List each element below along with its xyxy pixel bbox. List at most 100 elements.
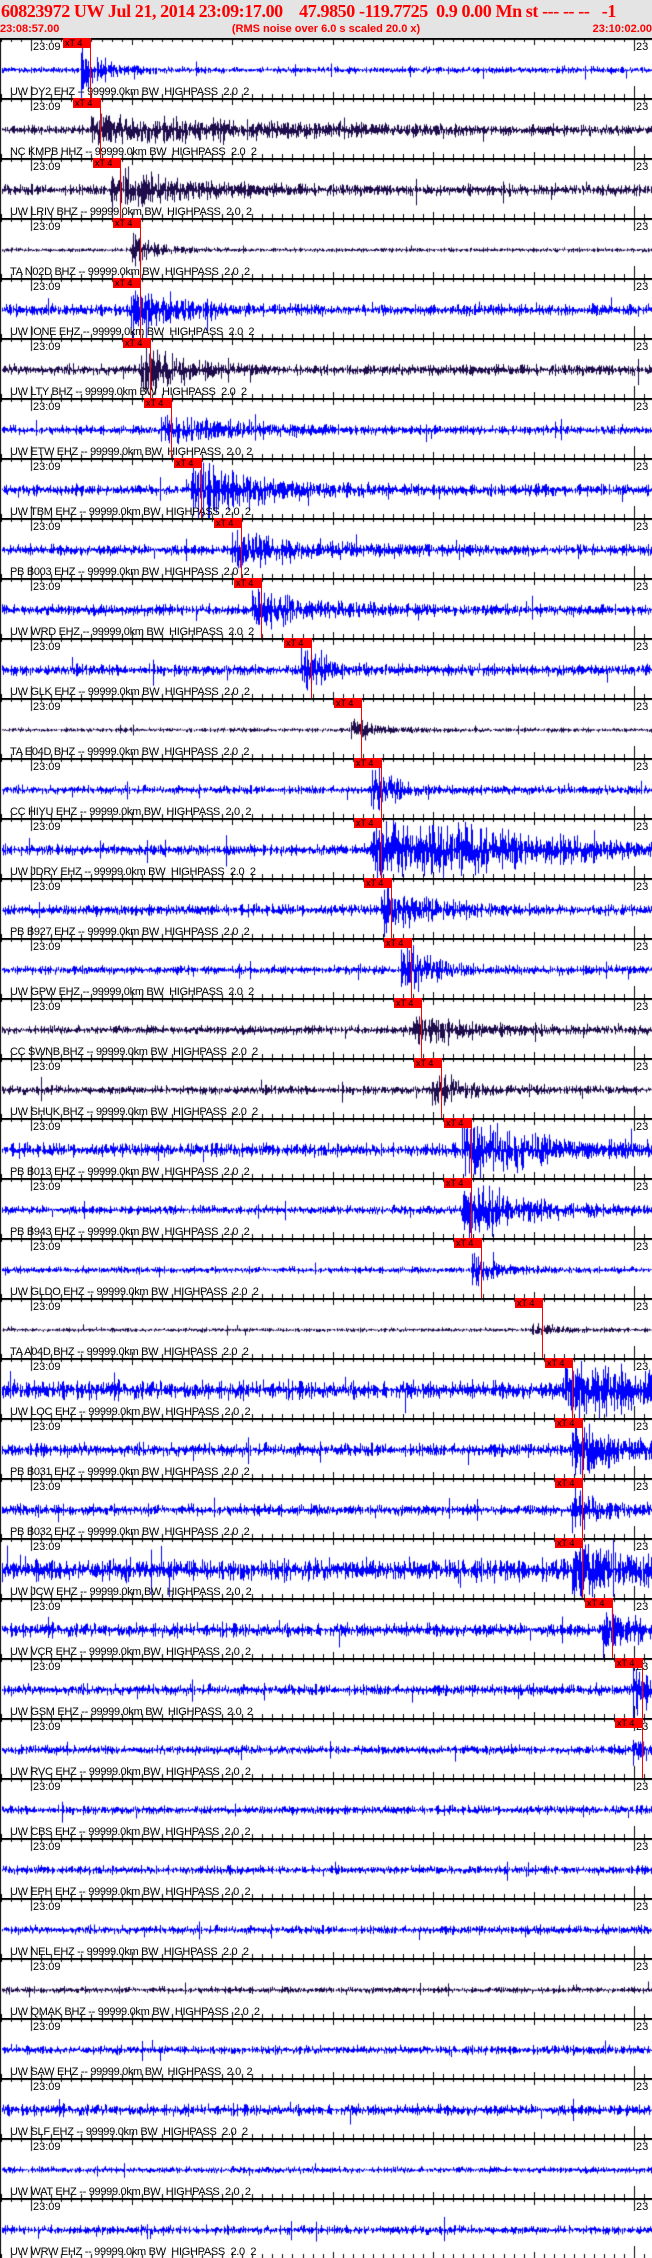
trace-panel[interactable]: 23:09 23 NC KMPB HHZ -- 99999.0km BW HIGHP… [0,98,652,158]
pick-flag[interactable]: xT 4 [364,878,391,888]
trace-panel[interactable]: 23:09 23 TA E04D BHZ -- 99999.0km BW HIGHP… [0,698,652,758]
trace-panel[interactable]: 23:09 23 PB B003 EHZ -- 99999.0km BW HIGHP… [0,518,652,578]
trace-panel[interactable]: 23:09 23 UW DY2 EHZ -- 99999.0km BW HIGHPA… [0,38,652,98]
trace-panel[interactable]: 23:09 23 TA A04D BHZ -- 99999.0km BW HIGHP… [0,1298,652,1358]
trace-panel[interactable]: 23:09 23 UW GLK EHZ -- 99999.0km BW HIGHPA… [0,638,652,698]
pick-line[interactable] [582,1418,583,1478]
pick-line[interactable] [241,518,242,578]
pick-flag[interactable]: xT 4 [214,518,241,528]
pick-flag[interactable]: xT 4 [113,278,140,288]
pick-flag[interactable]: xT 4 [515,1298,542,1308]
trace-panel[interactable]: 23:09 23 UW EPH EHZ -- 99999.0km BW HIGHPA… [0,1838,652,1898]
pick-line[interactable] [150,338,151,398]
pick-flag[interactable]: xT 4 [444,1178,471,1188]
pick-line[interactable] [140,218,141,278]
pick-line[interactable] [582,1538,583,1598]
pick-flag[interactable]: xT 4 [555,1538,582,1548]
pick-line[interactable] [171,398,172,458]
trace-panel[interactable]: 23:09 23 UW SLF EHZ -- 99999.0km BW HIGHPA… [0,2078,652,2138]
trace-panel[interactable]: 23:09 23 PB B943 EHZ -- 99999.0km BW HIGHP… [0,1178,652,1238]
pick-flag[interactable]: xT 4 [354,758,381,768]
pick-line[interactable] [471,1118,472,1178]
pick-line[interactable] [90,38,91,98]
pick-line[interactable] [572,1358,573,1418]
trace-panel[interactable]: 23:09 23 UW GLDO EHZ -- 99999.0km BW HIGHP… [0,1238,652,1298]
time-label: 23:09 [33,461,61,473]
trace-panel[interactable]: 23:09 23 PB B927 EHZ -- 99999.0km BW HIGHP… [0,878,652,938]
pick-flag[interactable]: xT 4 [144,398,171,408]
pick-line[interactable] [140,278,141,338]
pick-flag[interactable]: xT 4 [555,1478,582,1488]
pick-flag[interactable]: xT 4 [113,218,140,228]
trace-panel[interactable]: 23:09 23 UW IONE EHZ -- 99999.0km BW HIGHP… [0,278,652,338]
time-label: 23:09 [33,1181,61,1193]
trace-panel[interactable]: 23:09 23 CC HIYU EHZ -- 99999.0km BW HIGHP… [0,758,652,818]
pick-flag[interactable]: xT 4 [454,1238,481,1248]
trace-panel[interactable]: 23:09 23 UW VCR EHZ -- 99999.0km BW HIGHPA… [0,1598,652,1658]
pick-flag[interactable]: xT 4 [334,698,361,708]
pick-line[interactable] [471,1178,472,1238]
pick-line[interactable] [612,1598,613,1658]
trace-panel[interactable]: 23:09 23 UW LRIV BHZ -- 99999.0km BW HIGHP… [0,158,652,218]
pick-flag[interactable]: xT 4 [123,338,150,348]
pick-line[interactable] [311,638,312,698]
trace-panel[interactable]: 23:09 23 UW LOC EHZ -- 99999.0km BW HIGHPA… [0,1358,652,1418]
trace-panel[interactable]: 23:09 23 UW SAW EHZ -- 99999.0km BW HIGHPA… [0,2018,652,2078]
pick-line[interactable] [582,1478,583,1538]
trace-panel[interactable]: 23:09 23 UW CBS EHZ -- 99999.0km BW HIGHPA… [0,1778,652,1838]
pick-flag[interactable]: xT 4 [174,458,201,468]
pick-flag[interactable]: xT 4 [555,1418,582,1428]
trace-panel[interactable]: 23:09 23 UW ETW EHZ -- 99999.0km BW HIGHPA… [0,398,652,458]
pick-flag[interactable]: xT 4 [394,998,421,1008]
pick-flag[interactable]: xT 4 [615,1658,642,1668]
trace-panel[interactable]: 23:09 23 UW JCW EHZ -- 99999.0km BW HIGHPA… [0,1538,652,1598]
trace-panel[interactable]: 23:09 23 UW LTY BHZ -- 99999.0km BW HIGHPA… [0,338,652,398]
trace-panel[interactable]: 23:09 23 PB B013 EHZ -- 99999.0km BW HIGHP… [0,1118,652,1178]
trace-panel[interactable]: 23:09 23 UW JDRY EHZ -- 99999.0km BW HIGHP… [0,818,652,878]
trace-panel[interactable]: 23:09 23 UW TBM EHZ -- 99999.0km BW HIGHPA… [0,458,652,518]
pick-line[interactable] [361,698,362,758]
pick-line[interactable] [381,758,382,818]
pick-line[interactable] [642,1718,643,1778]
trace-panel[interactable]: 23:09 23 PB B032 EHZ -- 99999.0km BW HIGHP… [0,1478,652,1538]
pick-line[interactable] [542,1298,543,1358]
trace-panel[interactable]: 23:09 23 UW WAT EHZ -- 99999.0km BW HIGHPA… [0,2138,652,2198]
trace-panel[interactable]: 23:0923UW RVC EHZ -- 99999.0km BW HIGHPA… [0,1718,652,1778]
trace-panel[interactable]: 23:09 23 UW NEL EHZ -- 99999.0km BW HIGHPA… [0,1898,652,1958]
trace-panel[interactable]: 23:09 23 UW GPW EHZ -- 99999.0km BW HIGHPA… [0,938,652,998]
pick-line[interactable] [391,878,392,938]
trace-panel[interactable]: 23:0923UW GSM EHZ -- 99999.0km BW HIGHPA… [0,1658,652,1718]
pick-line[interactable] [421,998,422,1058]
trace-panel[interactable]: 23:09 23 UW QMAK BHZ -- 99999.0km BW HIGHP… [0,1958,652,2018]
pick-flag[interactable]: xT 4 [615,1718,642,1728]
pick-flag[interactable]: xT 4 [384,938,411,948]
pick-flag[interactable]: xT 4 [585,1598,612,1608]
pick-line[interactable] [100,98,101,158]
pick-flag[interactable]: xT 4 [73,98,100,108]
time-label-end: 23 [636,341,649,353]
pick-flag[interactable]: xT 4 [93,158,120,168]
pick-flag[interactable]: xT 4 [545,1358,572,1368]
pick-line[interactable] [411,938,412,998]
trace-panel[interactable]: 23:09 23 PB B031 EHZ -- 99999.0km BW HIGHP… [0,1418,652,1478]
pick-flag[interactable]: xT 4 [354,818,381,828]
pick-line[interactable] [261,578,262,638]
pick-line[interactable] [642,1658,643,1718]
trace-panel[interactable]: 23:09 23 UW SHUK BHZ -- 99999.0km BW HIGHP… [0,1058,652,1118]
trace-panel[interactable]: 23:09 23 TA N02D BHZ -- 99999.0km BW HIGHP… [0,218,652,278]
pick-flag[interactable]: xT 4 [444,1118,471,1128]
trace-panel[interactable]: 23:09 23 UW WRW EHZ -- 99999.0km BW HIGHPA… [0,2198,652,2258]
pick-line[interactable] [381,818,382,878]
pick-flag[interactable]: xT 4 [234,578,261,588]
trace-panel[interactable]: 23:09 23 UW WRD EHZ -- 99999.0km BW HIGHPA… [0,578,652,638]
pick-line[interactable] [441,1058,442,1118]
pick-line[interactable] [481,1238,482,1298]
trace-panel[interactable]: 23:09 23 CC SWNB BHZ -- 99999.0km BW HIGHP… [0,998,652,1058]
pick-line[interactable] [120,158,121,218]
pick-line[interactable] [201,458,202,518]
pick-flag[interactable]: xT 4 [63,38,90,48]
pick-flag[interactable]: xT 4 [414,1058,441,1068]
time-label-end: 23 [636,1541,649,1553]
time-label: 23:09 [33,101,61,113]
pick-flag[interactable]: xT 4 [284,638,311,648]
